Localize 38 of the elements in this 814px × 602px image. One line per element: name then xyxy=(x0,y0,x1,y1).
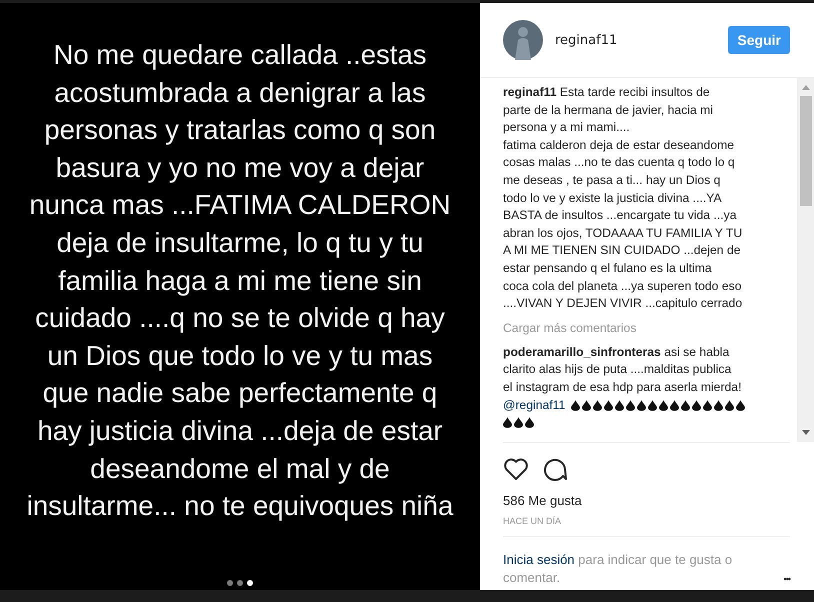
login-link[interactable]: Inicia sesión xyxy=(503,552,575,567)
heart-icon[interactable] xyxy=(503,457,529,481)
scroll-thumb[interactable] xyxy=(800,96,812,206)
droplet-icon xyxy=(514,416,523,428)
droplet-icon xyxy=(659,400,668,410)
droplet-icon xyxy=(714,400,724,410)
droplet-icon xyxy=(525,416,534,428)
droplet-icon xyxy=(582,400,592,410)
droplet-icon xyxy=(648,400,658,410)
more-options-button[interactable]: ••• xyxy=(784,574,790,584)
scroll-down-icon[interactable] xyxy=(802,430,810,436)
carousel-dot[interactable] xyxy=(237,580,243,586)
caption-text: reginaf11 Esta tarde recibi insultos de parte de la hermana de javier, hacia mi persona y a mi mami.... fatima calderon deja de estar deseandome cosas malas ...no te das cuenta q todo lo q me deseas , te pasa a ti... hay un Dios q todo lo ve y existe la justicia divina ....YA BASTA de insultos ...encargate tu vida ...ya abran los ojos, TODAAAA TU FAMILIA Y TU A MI ME TIENEN SIN CUIDADO ...dejen de estar pensando q el fulano es la ultima coca cola del planeta ...ya superen todo eso ....VIVAN Y DEJEN VIVIR ...capitulo cerrado xyxy=(503,84,744,312)
post-time: HACE UN DÍA xyxy=(503,516,562,526)
droplet-icon xyxy=(503,416,512,428)
droplet-icon xyxy=(692,400,702,410)
comment-text: poderamarillo_sinfronteras asi se habla clarito alas hijs de puta ....malditas publica el instagram de esa hdp para aserla mierda! xyxy=(503,344,742,396)
login-prompt: Inicia sesión para indicar que te gusta o comentar. xyxy=(503,551,734,587)
carousel-dot[interactable] xyxy=(247,580,253,586)
username[interactable]: reginaf11 xyxy=(555,32,728,48)
droplet-icon xyxy=(670,400,680,410)
droplet-icon xyxy=(637,400,646,410)
droplet-icon xyxy=(736,400,746,410)
avatar[interactable] xyxy=(503,20,543,60)
scrollbar[interactable] xyxy=(797,78,814,442)
droplet-icon xyxy=(681,400,690,410)
droplet-icon xyxy=(725,400,734,410)
droplet-icon xyxy=(571,400,580,410)
droplet-icon xyxy=(593,400,602,410)
carousel-dot[interactable] xyxy=(227,580,233,586)
mention-link[interactable]: @reginaf11 xyxy=(503,398,566,412)
droplet-icon xyxy=(615,400,624,410)
droplet-icon xyxy=(703,400,712,410)
likes-count: 586 Me gusta xyxy=(503,493,583,508)
post-image-text: No me quedare callada ..estas acostumbrada a denigrar a las personas y tratarlas como q son basura y yo no me voy a dejar nunca mas ...FATIMA CALDERON deja de insultarme, lo q tu y tu familia haga a mi me tiene sin cuidado ....q no se te olvide q hay un Dios que todo lo ve y tu mas que nadie sabe perfectamente q hay justicia divina ...deja de estar deseandome el mal y de insultarme... no te equivoques niña xyxy=(26,38,454,524)
droplet-icon xyxy=(604,400,614,410)
droplet-icon xyxy=(626,400,636,410)
comment-icon[interactable] xyxy=(542,457,568,481)
